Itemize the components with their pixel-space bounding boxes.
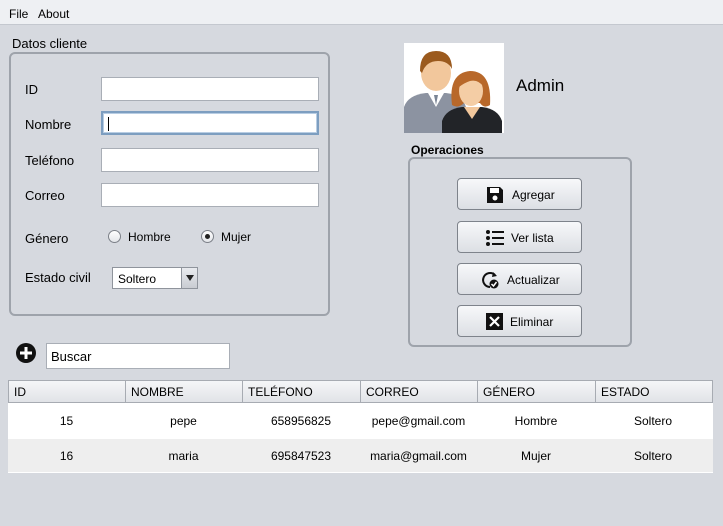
menu-file[interactable]: File: [9, 7, 28, 21]
telefono-field[interactable]: [101, 148, 319, 172]
cell-telefono: 695847523: [270, 449, 332, 463]
operations-title: Operaciones: [411, 143, 484, 157]
estado-civil-value: Soltero: [118, 272, 157, 286]
cell-id: 16: [59, 449, 74, 463]
id-field[interactable]: [101, 77, 319, 101]
menu-about[interactable]: About: [38, 7, 69, 21]
correo-label: Correo: [25, 188, 65, 203]
radio-hombre[interactable]: [108, 230, 121, 243]
column-header-estado[interactable]: ESTADO: [596, 381, 712, 402]
eliminar-button[interactable]: Eliminar: [457, 305, 582, 337]
ver-lista-label: Ver lista: [511, 231, 554, 245]
column-header-nombre[interactable]: NOMBRE: [126, 381, 243, 402]
agregar-label: Agregar: [512, 188, 555, 202]
id-label: ID: [25, 82, 38, 97]
cell-correo: pepe@gmail.com: [371, 414, 466, 428]
table-header: ID NOMBRE TELÉFONO CORREO GÉNERO ESTADO: [8, 380, 713, 403]
list-icon: [486, 230, 504, 246]
save-icon: [487, 187, 503, 203]
radio-mujer-label: Mujer: [221, 230, 252, 244]
column-header-genero[interactable]: GÉNERO: [478, 381, 596, 402]
radio-mujer[interactable]: [201, 230, 214, 243]
clients-table: ID NOMBRE TELÉFONO CORREO GÉNERO ESTADO …: [8, 380, 713, 526]
table-row[interactable]: 16 maria 695847523 maria@gmail.com Mujer…: [8, 439, 713, 472]
cell-nombre: maria: [168, 449, 199, 463]
telefono-label: Teléfono: [25, 153, 75, 168]
radio-hombre-label: Hombre: [128, 230, 171, 244]
close-box-icon: [486, 313, 503, 330]
actualizar-label: Actualizar: [507, 273, 560, 287]
nombre-label: Nombre: [25, 117, 72, 132]
ver-lista-button[interactable]: Ver lista: [457, 221, 582, 253]
cell-telefono: 658956825: [270, 414, 332, 428]
refresh-icon: [482, 272, 499, 289]
search-input[interactable]: [46, 343, 230, 369]
chevron-down-icon[interactable]: [181, 268, 197, 288]
cell-estado: Soltero: [633, 449, 673, 463]
text-caret: [108, 117, 109, 131]
nombre-field[interactable]: [101, 111, 319, 135]
cell-genero: Mujer: [520, 449, 551, 463]
genero-label: Género: [25, 231, 69, 246]
menu-bar: File About: [0, 0, 723, 25]
cell-id: 15: [59, 414, 74, 428]
cell-genero: Hombre: [514, 414, 558, 428]
estado-civil-combo[interactable]: Soltero: [112, 267, 198, 289]
column-header-telefono[interactable]: TELÉFONO: [243, 381, 361, 402]
column-header-correo[interactable]: CORREO: [361, 381, 478, 402]
estado-civil-label: Estado civil: [25, 270, 91, 285]
cell-estado: Soltero: [633, 414, 673, 428]
column-header-id[interactable]: ID: [9, 381, 126, 402]
table-row[interactable]: 15 pepe 658956825 pepe@gmail.com Hombre …: [8, 404, 713, 437]
users-avatar-icon: [404, 43, 504, 133]
agregar-button[interactable]: Agregar: [457, 178, 582, 210]
client-group-title: Datos cliente: [12, 36, 88, 51]
add-circle-icon[interactable]: [15, 342, 37, 364]
correo-field[interactable]: [101, 183, 319, 207]
actualizar-button[interactable]: Actualizar: [457, 263, 582, 295]
admin-username: Admin: [516, 76, 565, 95]
cell-correo: maria@gmail.com: [370, 449, 467, 463]
table-body: 15 pepe 658956825 pepe@gmail.com Hombre …: [8, 403, 713, 473]
cell-nombre: pepe: [170, 414, 197, 428]
eliminar-label: Eliminar: [510, 315, 554, 329]
